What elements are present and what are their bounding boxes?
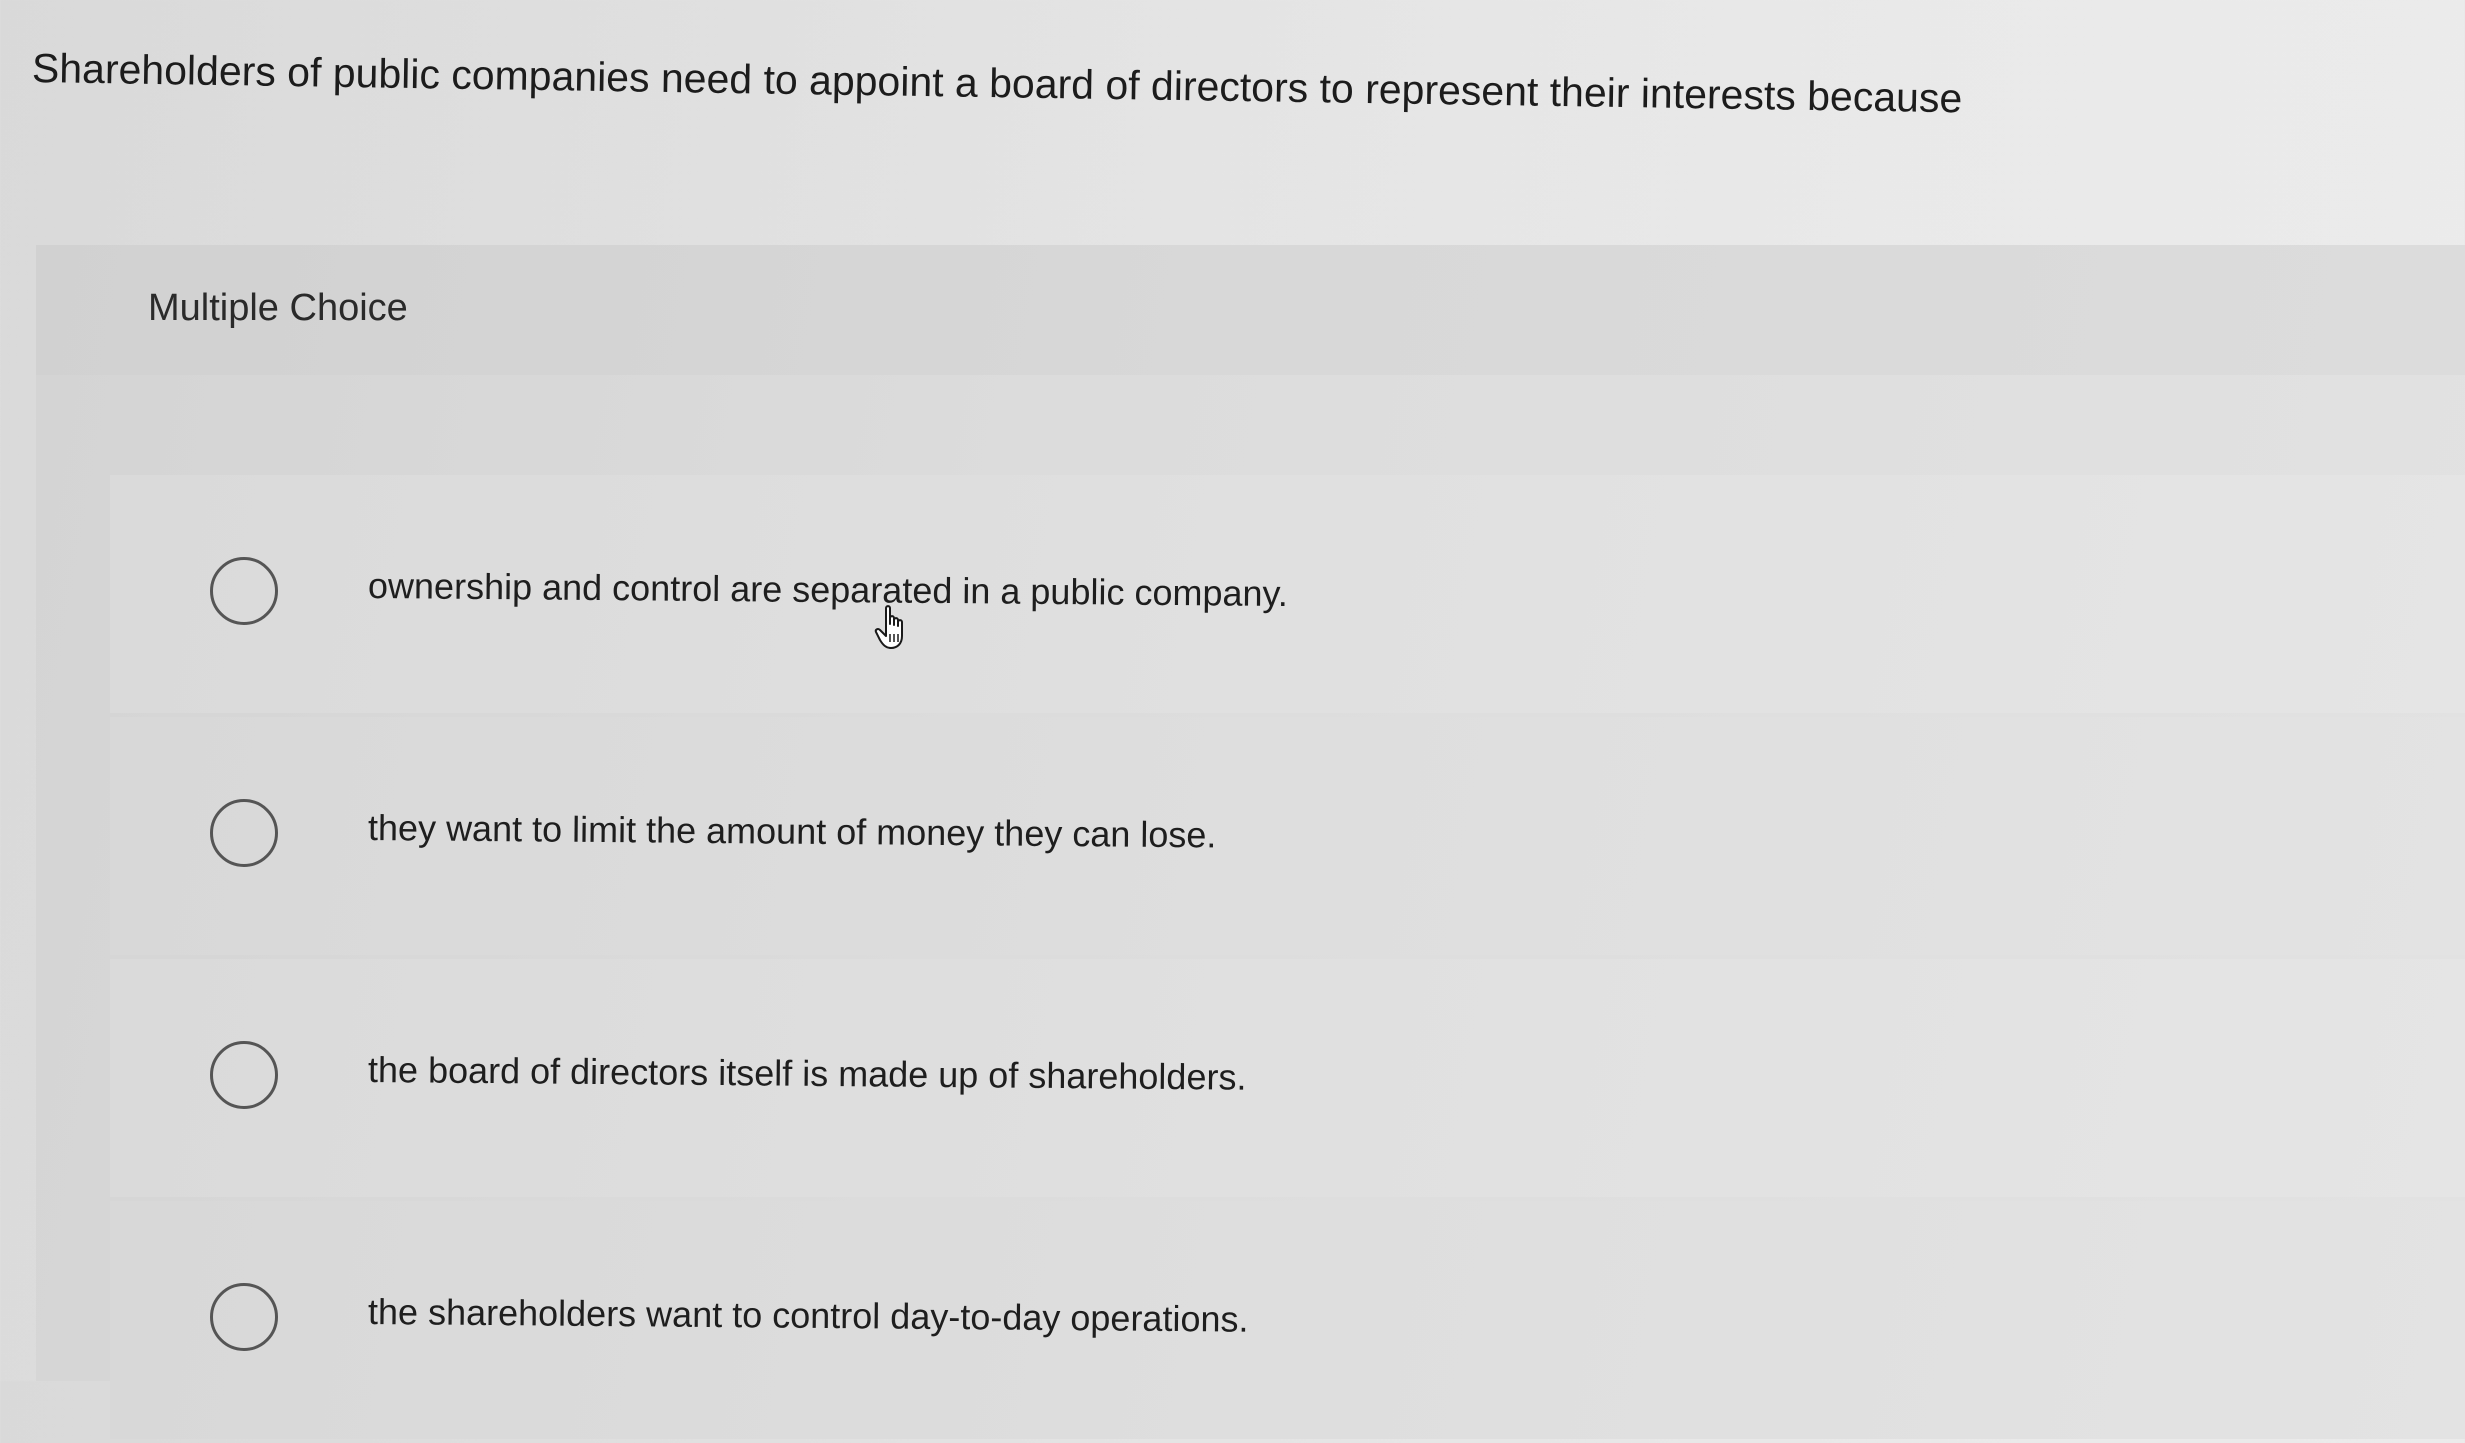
answer-option-2[interactable]: they want to limit the amount of money t… <box>110 717 2465 955</box>
radio-button-option-3[interactable] <box>210 1041 278 1109</box>
question-type-label: Multiple Choice <box>148 287 408 329</box>
radio-button-option-1[interactable] <box>210 557 278 625</box>
answer-options-list: ownership and control are separated in a… <box>110 475 2465 1443</box>
radio-button-option-4[interactable] <box>210 1283 278 1351</box>
option-4-label[interactable]: the shareholders want to control day-to-… <box>368 1291 1249 1341</box>
option-1-label[interactable]: ownership and control are separated in a… <box>368 565 1288 615</box>
option-2-label[interactable]: they want to limit the amount of money t… <box>368 807 1217 856</box>
answer-option-3[interactable]: the board of directors itself is made up… <box>110 959 2465 1197</box>
question-type-header: Multiple Choice <box>36 245 2465 375</box>
question-prompt: Shareholders of public companies need to… <box>31 45 1963 122</box>
radio-button-option-2[interactable] <box>210 799 278 867</box>
answer-option-1[interactable]: ownership and control are separated in a… <box>110 475 2465 713</box>
question-panel: Multiple Choice ownership and control ar… <box>36 245 2465 1439</box>
hand-pointer-icon <box>874 605 903 649</box>
answer-option-4[interactable]: the shareholders want to control day-to-… <box>110 1201 2465 1439</box>
option-3-label[interactable]: the board of directors itself is made up… <box>368 1049 1247 1099</box>
